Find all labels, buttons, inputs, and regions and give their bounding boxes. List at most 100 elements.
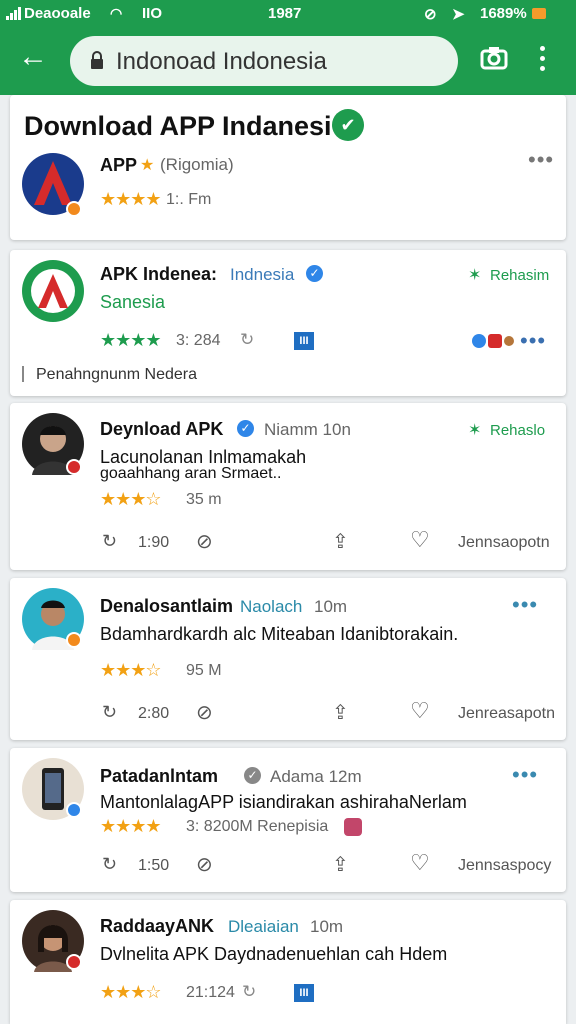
status-badge bbox=[66, 802, 82, 818]
more-options-icon[interactable]: ••• bbox=[520, 328, 546, 354]
sparkle-icon: ✶ bbox=[468, 267, 482, 284]
item-title: Denalosantlaim bbox=[100, 596, 234, 616]
item-title: Patadanlntam bbox=[100, 766, 219, 786]
item-subtitle: (Rigomia) bbox=[160, 155, 234, 174]
item-subtitle: Dleaiaian bbox=[228, 917, 299, 936]
list-item[interactable]: Deynload APK ✓ Niamm 10n ✶ Rehaslo Lacun… bbox=[10, 403, 566, 570]
more-options-icon[interactable]: ••• bbox=[528, 147, 554, 173]
status-badge bbox=[66, 954, 82, 970]
rating-stars: ★★★☆ bbox=[100, 982, 162, 1002]
rating-stars: ★★★☆ bbox=[100, 660, 162, 680]
badge-text: Rehasim bbox=[490, 267, 550, 284]
network-label: IIO bbox=[142, 5, 163, 22]
list-item[interactable]: RaddaayANK Dleaiaian 10m Dvlnelita APK D… bbox=[10, 900, 566, 1024]
app-icon bbox=[344, 818, 362, 836]
battery-label: 1689% bbox=[480, 5, 527, 22]
verified-icon: ✓ bbox=[237, 420, 254, 437]
blue-icon bbox=[472, 334, 486, 348]
more-menu-icon[interactable] bbox=[538, 46, 546, 72]
item-time: 10m bbox=[310, 917, 344, 936]
share-icon[interactable]: ⇪ bbox=[332, 700, 349, 725]
refresh-icon: ↻ bbox=[240, 330, 255, 349]
share-icon[interactable]: ⇪ bbox=[332, 529, 349, 554]
location-icon: ➤ bbox=[452, 6, 465, 23]
item-time: 10m bbox=[314, 597, 348, 616]
signal-icon bbox=[6, 7, 21, 20]
item-title: Deynload APK bbox=[100, 419, 224, 439]
link-icon[interactable]: ⊘ bbox=[196, 700, 213, 725]
more-options-icon[interactable]: ••• bbox=[512, 592, 538, 618]
check-icon: ✔ bbox=[332, 109, 364, 141]
badge-text: Rehaslo bbox=[490, 422, 546, 439]
item-description: Bdamhardkardh alc Miteaban Idanibtorakai… bbox=[100, 624, 459, 644]
rating-text: 3: 8200M Renepisia bbox=[186, 818, 329, 835]
url-bar[interactable]: Indonoad Indonesia bbox=[70, 36, 458, 86]
comment-count: 2:80 bbox=[138, 705, 170, 722]
item-subtitle: Adama 12m bbox=[270, 767, 362, 786]
rating-stars: ★★★★ bbox=[100, 816, 162, 836]
heart-icon[interactable]: ♡ bbox=[410, 698, 430, 724]
brown-icon bbox=[504, 336, 514, 346]
back-arrow-icon[interactable]: ← bbox=[18, 42, 48, 72]
lock-icon bbox=[91, 51, 103, 69]
item-subtitle: Niamm 10n bbox=[264, 420, 351, 439]
camera-icon[interactable] bbox=[480, 46, 508, 70]
status-badge bbox=[66, 459, 82, 475]
rating-stars: ★★★★ bbox=[100, 330, 162, 350]
star-icon: ★ bbox=[140, 157, 155, 174]
more-options-icon[interactable]: ••• bbox=[512, 762, 538, 788]
rating-text: 3: 284 bbox=[176, 332, 221, 349]
comment-icon[interactable]: ↻ bbox=[102, 702, 117, 723]
comment-count: 1:90 bbox=[138, 534, 170, 551]
rating-stars: ★★★★ bbox=[100, 189, 162, 209]
app-icon: III bbox=[294, 984, 314, 1002]
rating-text: 21:124 bbox=[186, 984, 235, 1001]
app-avatar bbox=[22, 260, 84, 322]
heart-icon[interactable]: ♡ bbox=[410, 850, 430, 876]
verified-icon: ✓ bbox=[244, 767, 261, 784]
comment-icon[interactable]: ↻ bbox=[102, 531, 117, 552]
red-icon bbox=[488, 334, 502, 348]
list-item[interactable]: Download APP Indanesi ✔ APP ★ (Rigomia) … bbox=[10, 95, 566, 240]
refresh-icon: ↻ bbox=[242, 982, 257, 1001]
page-title: Download APP Indanesi bbox=[24, 111, 332, 141]
footer-text: Penahngnunm Nedera bbox=[36, 366, 198, 383]
share-icon[interactable]: ⇪ bbox=[332, 852, 349, 877]
rating-text: 35 m bbox=[186, 491, 222, 508]
link-icon[interactable]: ⊘ bbox=[196, 529, 213, 554]
status-badge bbox=[66, 201, 82, 217]
heart-icon[interactable]: ♡ bbox=[410, 527, 430, 553]
clock: 1987 bbox=[268, 5, 302, 22]
list-item[interactable]: APK Indenea: Indnesia ✓ ✶ Rehasim Sanesi… bbox=[10, 250, 566, 396]
share-label: Jenreasapotn bbox=[458, 705, 555, 722]
app-icon: III bbox=[294, 332, 314, 350]
url-text: Indonoad Indonesia bbox=[116, 48, 327, 75]
list-item[interactable]: Patadanlntam ✓ Adama 12m ••• Mantonlalag… bbox=[10, 748, 566, 892]
browser-toolbar: ← Indonoad Indonesia bbox=[0, 30, 576, 92]
item-subtitle: Naolach bbox=[240, 597, 303, 616]
status-badge bbox=[66, 632, 82, 648]
carrier-label: Deaooale bbox=[24, 5, 91, 22]
sparkle-icon: ✶ bbox=[468, 422, 482, 439]
share-label: Jennsaspocy bbox=[458, 857, 552, 874]
alarm-icon: ⊘ bbox=[424, 6, 437, 23]
item-description: Dvlnelita APK Daydnadenuehlan cah Hdem bbox=[100, 944, 448, 964]
rating-stars: ★★★☆ bbox=[100, 489, 162, 509]
status-bar: Deaooale ◠ IIO 1987 ⊘ ➤ 1689% bbox=[0, 0, 576, 28]
list-item[interactable]: Denalosantlaim Naolach 10m ••• Bdamhardk… bbox=[10, 578, 566, 740]
item-description: MantonlalagAPP isiandirakan ashirahaNerl… bbox=[100, 792, 467, 812]
item-subtitle-2: Sanesia bbox=[100, 292, 166, 312]
rating-text: 1:. Fm bbox=[166, 191, 212, 208]
comment-count: 1:50 bbox=[138, 857, 170, 874]
item-title: APP bbox=[100, 155, 138, 175]
item-title: APK Indenea: bbox=[100, 264, 218, 284]
verified-icon: ✓ bbox=[306, 265, 323, 282]
link-icon[interactable]: ⊘ bbox=[196, 852, 213, 877]
share-label: Jennsaopotn bbox=[458, 534, 550, 551]
wifi-icon: ◠ bbox=[110, 5, 123, 21]
divider bbox=[22, 366, 24, 382]
item-title: RaddaayANK bbox=[100, 916, 215, 936]
battery-icon bbox=[532, 8, 546, 19]
comment-icon[interactable]: ↻ bbox=[102, 854, 117, 875]
item-description-2: goaahhang aran Srmaet.. bbox=[100, 465, 282, 482]
